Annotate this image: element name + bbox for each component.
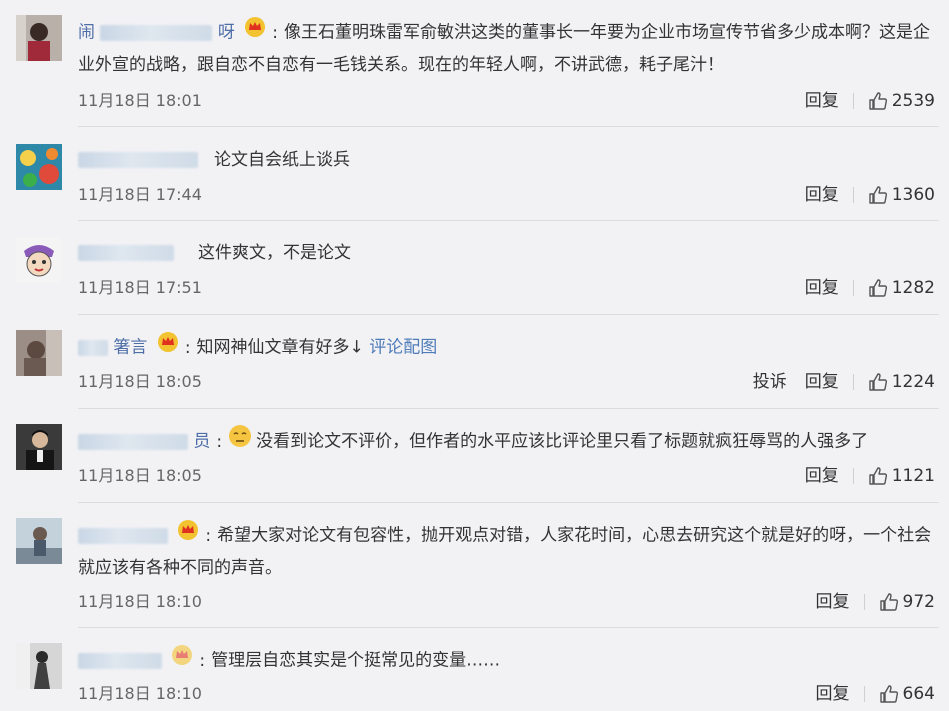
- username-blurred[interactable]: [78, 527, 168, 544]
- like-button[interactable]: 1121: [854, 465, 935, 487]
- comment-list: 闹 呀 : 像王石董明珠雷军俞敏洪这类的董事长一年要为企业市场宣传节省多少成本啊？…: [0, 0, 949, 711]
- username-tail[interactable]: 员: [193, 432, 210, 452]
- thumbs-up-icon: [879, 593, 898, 611]
- comment-item: 这件爽文，不是论文 11月18日 17:51 回复 1282: [0, 221, 949, 315]
- crown-badge-icon: [171, 644, 193, 677]
- avatar[interactable]: [16, 424, 62, 470]
- username-tail[interactable]: 呀: [218, 23, 235, 43]
- like-button[interactable]: 1224: [854, 371, 935, 393]
- username-blurred[interactable]: [78, 245, 174, 261]
- comment-text: 知网神仙文章有好多↓: [196, 337, 364, 358]
- username-blurred[interactable]: [78, 433, 188, 450]
- reply-button[interactable]: 回复: [791, 465, 853, 487]
- comment-item: 闹 呀 : 像王石董明珠雷军俞敏洪这类的董事长一年要为企业市场宣传节省多少成本啊？…: [0, 0, 949, 127]
- like-count: 1121: [891, 466, 935, 486]
- comment-item: 员: 没看到论文不评价，但作者的水平应该比评论里只看了标题就疯狂辱骂的人强多了 …: [0, 409, 949, 503]
- comment-text: 管理层自恋其实是个挺常见的变量……: [211, 650, 501, 671]
- comment-time: 11月18日 18:10: [78, 684, 202, 703]
- comment-text: 这件爽文，不是论文: [198, 243, 351, 263]
- avatar[interactable]: [16, 643, 62, 689]
- comment-time: 11月18日 18:10: [78, 592, 202, 611]
- username-blurred[interactable]: [78, 652, 162, 669]
- reply-button[interactable]: 回复: [802, 591, 864, 613]
- comment-text: 没看到论文不评价，但作者的水平应该比评论里只看了标题就疯狂辱骂的人强多了: [256, 431, 869, 452]
- like-button[interactable]: 1282: [854, 277, 935, 299]
- comment-item: : 管理层自恋其实是个挺常见的变量…… 11月18日 18:10 回复 664: [0, 628, 949, 711]
- comment-time: 11月18日 18:05: [78, 372, 202, 391]
- comment-time: 11月18日 18:05: [78, 466, 202, 485]
- username-blurred[interactable]: [78, 152, 198, 168]
- comment-text: 论文自会纸上谈兵: [214, 150, 350, 170]
- username-visible[interactable]: 闹: [78, 23, 95, 43]
- reply-button[interactable]: 回复: [802, 683, 864, 705]
- username-blurred[interactable]: [100, 24, 213, 41]
- username-blurred[interactable]: [78, 339, 108, 356]
- thumbs-up-icon: [869, 186, 887, 204]
- avatar[interactable]: [16, 15, 62, 61]
- thumbs-up-icon: [869, 373, 887, 391]
- avatar[interactable]: [16, 330, 62, 376]
- comment-item: 箸言 : 知网神仙文章有好多↓ 评论配图 11月18日 18:05 投诉 回复 1…: [0, 315, 949, 409]
- thumbs-up-icon: [879, 685, 898, 703]
- thumbs-up-icon: [869, 279, 887, 297]
- like-button[interactable]: 1360: [854, 184, 935, 206]
- like-count: 972: [902, 592, 935, 612]
- comment-image-link[interactable]: 评论配图: [369, 338, 437, 358]
- like-count: 2539: [891, 91, 935, 111]
- reply-button[interactable]: 回复: [791, 277, 853, 299]
- comment-item: 论文自会纸上谈兵 11月18日 17:44 回复 1360: [0, 127, 949, 221]
- username-tail[interactable]: 箸言: [113, 338, 147, 358]
- thumbs-up-icon: [869, 92, 887, 110]
- crown-badge-icon: [244, 16, 266, 49]
- comment-time: 11月18日 17:51: [78, 278, 202, 297]
- crown-badge-icon: [157, 331, 179, 364]
- reply-button[interactable]: 回复: [791, 90, 853, 112]
- comment-time: 11月18日 17:44: [78, 185, 202, 204]
- avatar[interactable]: [16, 237, 62, 283]
- comment-time: 11月18日 18:01: [78, 91, 202, 110]
- like-button[interactable]: 664: [865, 683, 935, 705]
- like-button[interactable]: 972: [865, 591, 935, 613]
- report-button[interactable]: 投诉: [739, 371, 801, 393]
- comment-item: : 希望大家对论文有包容性，抛开观点对错，人家花时间，心思去研究这个就是好的呀，一…: [0, 503, 949, 628]
- avatar[interactable]: [16, 518, 62, 564]
- like-count: 1224: [891, 372, 935, 392]
- like-button[interactable]: 2539: [854, 90, 935, 112]
- thumbs-up-icon: [869, 467, 887, 485]
- avatar[interactable]: [16, 144, 62, 190]
- like-count: 1360: [891, 185, 935, 205]
- neutral-face-emoji-icon: [228, 424, 252, 459]
- reply-button[interactable]: 回复: [801, 371, 853, 393]
- like-count: 664: [902, 684, 935, 704]
- reply-button[interactable]: 回复: [791, 184, 853, 206]
- crown-badge-icon: [177, 519, 199, 552]
- like-count: 1282: [891, 278, 935, 298]
